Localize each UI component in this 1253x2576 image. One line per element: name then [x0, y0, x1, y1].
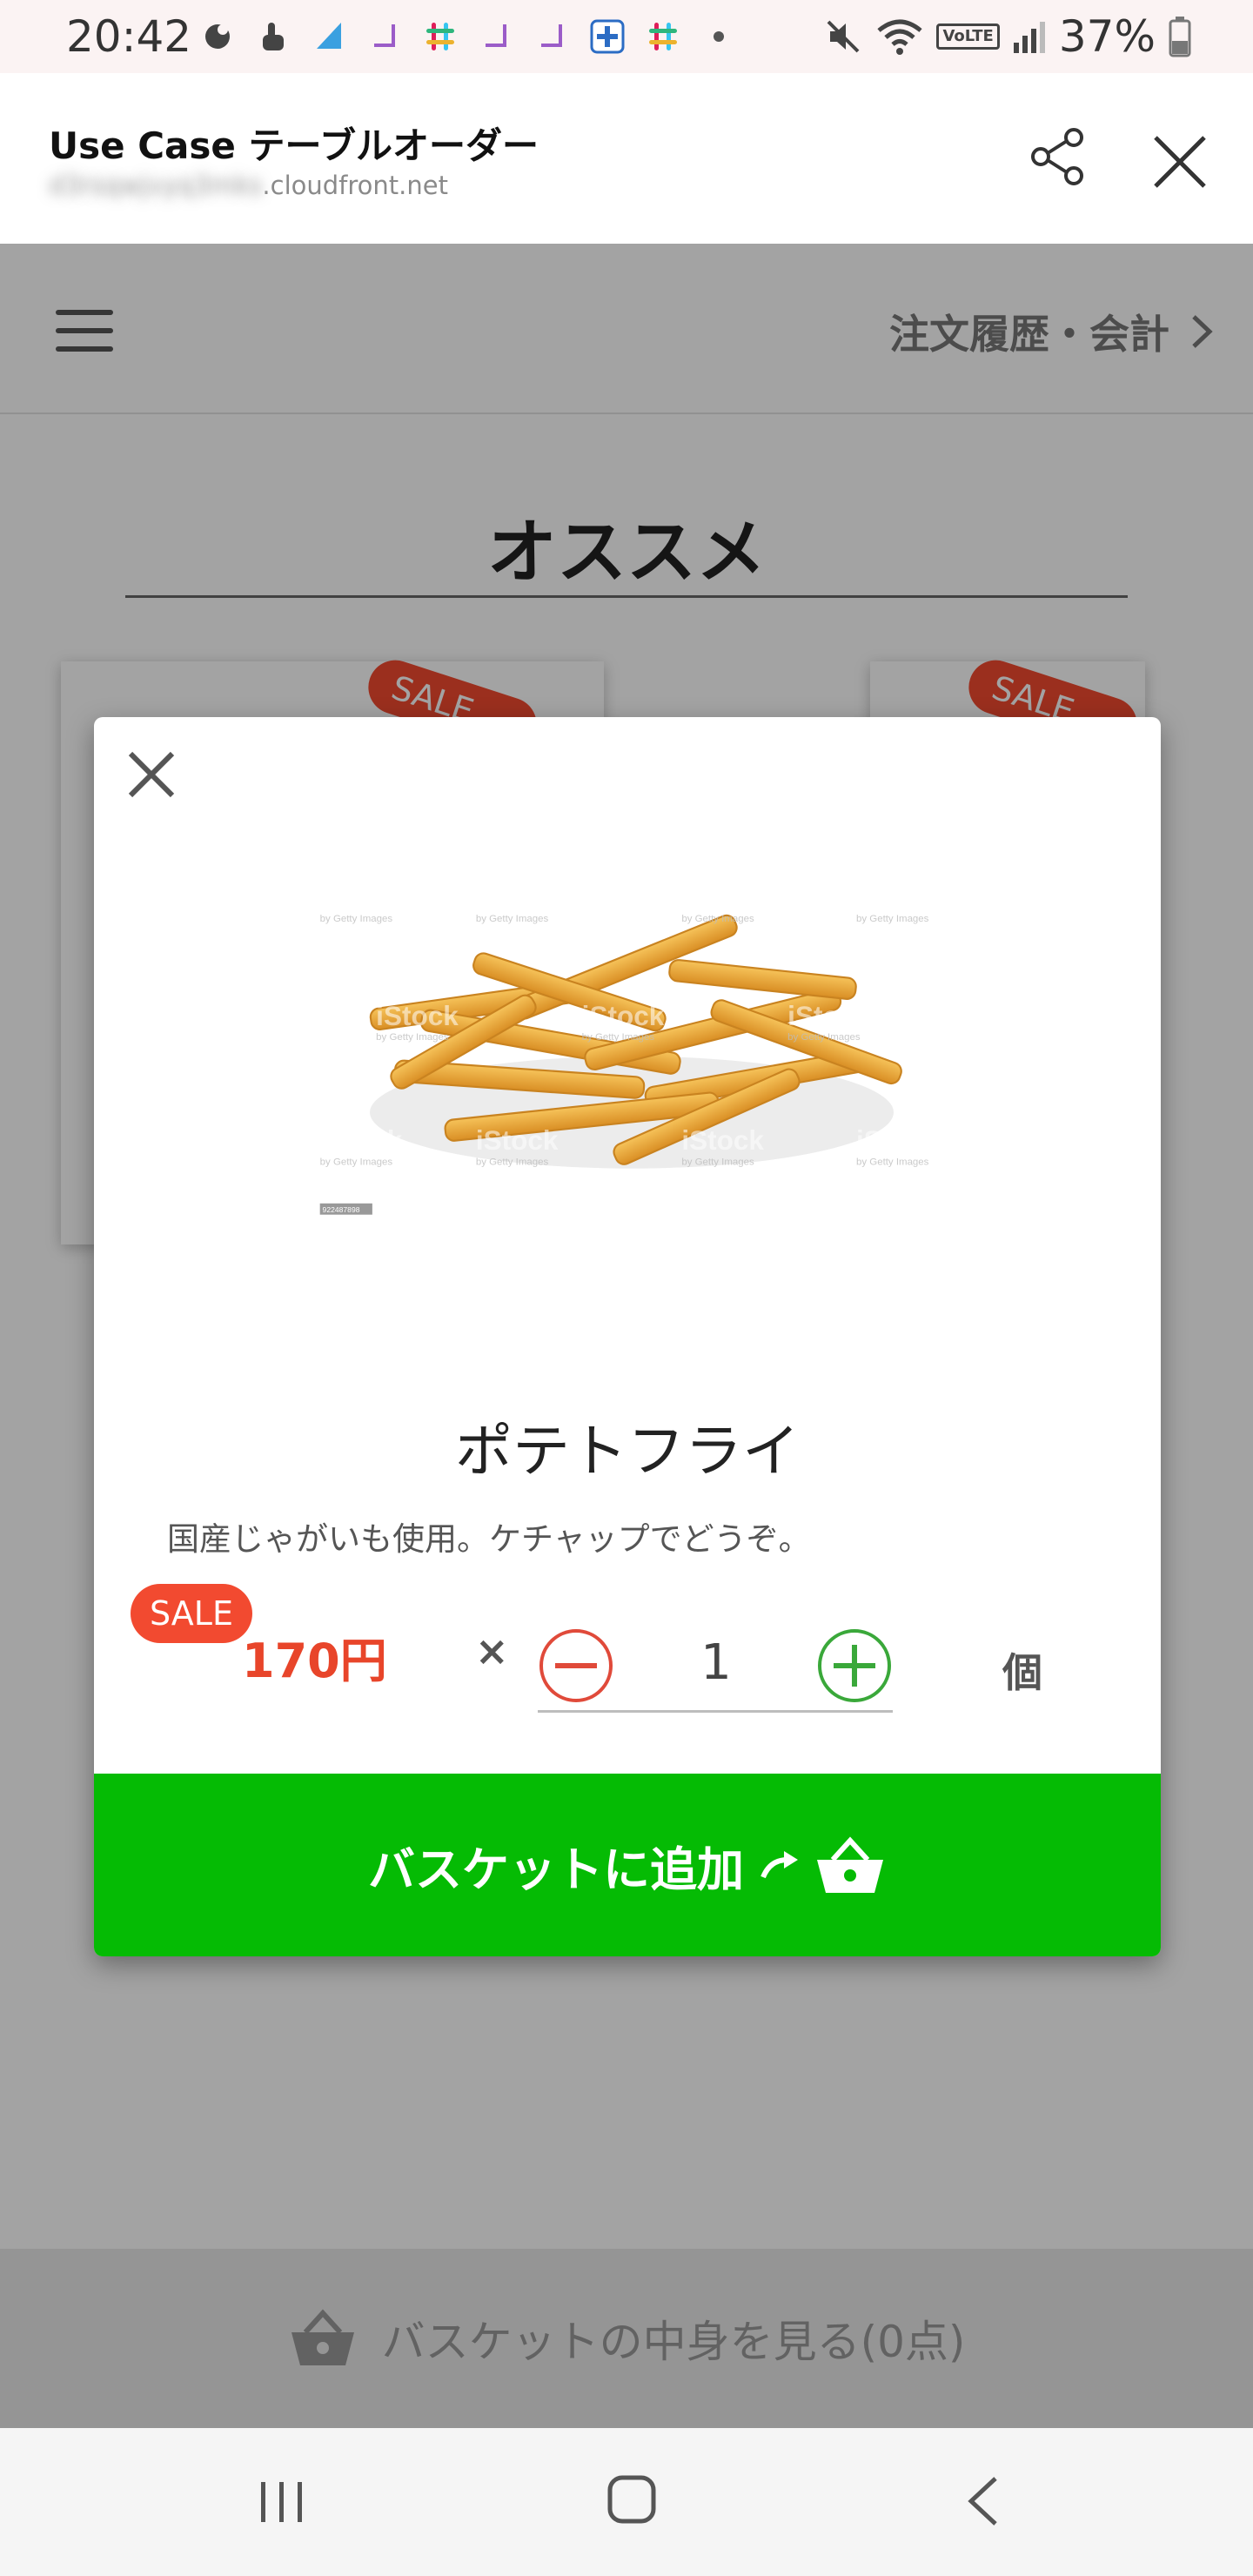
plus-app-icon: [590, 19, 625, 54]
system-nav-bar: [0, 2428, 1253, 2576]
add-to-basket-label: バスケットに追加: [368, 1841, 744, 1897]
watermark: iStock: [320, 882, 403, 913]
decrement-button[interactable]: [538, 1627, 614, 1704]
close-browser-icon[interactable]: [1149, 131, 1211, 193]
product-name: ポテトフライ: [455, 1418, 800, 1485]
watermark-sub: by Getty Images: [476, 1157, 549, 1167]
watermark-sub: by Getty Images: [582, 1032, 655, 1043]
url-domain: .cloudfront.net: [262, 171, 448, 200]
image-id: 922487898: [323, 1205, 360, 1214]
share-icon[interactable]: [1027, 125, 1089, 188]
watermark-sub: by Getty Images: [787, 1032, 861, 1043]
watermark: iStock: [476, 1124, 559, 1156]
status-bar: 20:42 VoLTE 37%: [0, 0, 1253, 73]
battery-percent: 37%: [1058, 11, 1156, 62]
corner-app-icon: [374, 24, 395, 47]
back-icon[interactable]: [962, 2473, 1002, 2529]
add-to-basket-button[interactable]: バスケットに追加: [94, 1774, 1161, 1956]
basket-icon: [817, 1836, 883, 1893]
arrow-icon: [761, 1851, 798, 1879]
product-description: 国産じゃがいも使用。ケチャップでどうぞ。: [167, 1520, 811, 1558]
wifi-icon: [877, 19, 923, 55]
volte-icon: VoLTE: [936, 23, 1000, 50]
sale-badge: SALE: [131, 1584, 252, 1643]
quantity-value[interactable]: 1: [633, 1634, 799, 1691]
watermark-sub: by Getty Images: [320, 1157, 393, 1167]
battery-icon: [1169, 17, 1191, 57]
watermark-sub: by Getty Images: [681, 914, 754, 924]
recents-icon[interactable]: [258, 2479, 306, 2526]
close-modal-icon[interactable]: [124, 747, 179, 802]
watermark: iStock: [582, 1000, 665, 1031]
watermark: iStock: [320, 1124, 403, 1156]
watermark: iStock: [681, 1124, 764, 1156]
mute-icon: [828, 20, 860, 53]
watermark: iStock: [476, 882, 559, 913]
times-sign: ×: [475, 1627, 509, 1674]
watermark-sub: by Getty Images: [856, 914, 929, 924]
touch-icon: [263, 23, 284, 50]
increment-button[interactable]: [816, 1627, 893, 1704]
corner-app-icon: [541, 24, 562, 47]
unit-label: 個: [1002, 1649, 1042, 1696]
watermark: iStock: [856, 1124, 939, 1156]
status-time: 20:42: [66, 11, 192, 62]
url-hidden: d3rsqwjvyq3mks: [49, 171, 263, 200]
quantity-stepper: 1: [538, 1626, 893, 1713]
signal-icon: [1013, 22, 1045, 53]
watermark-sub: by Getty Images: [376, 1032, 449, 1043]
system-icons: VoLTE 37%: [823, 10, 1192, 63]
triangle-app-icon: [317, 23, 341, 49]
product-image: iStock iStock iStock iStock iStock iStoc…: [319, 844, 939, 1218]
product-modal: iStock iStock iStock iStock iStock iStoc…: [94, 717, 1161, 1956]
watermark-sub: by Getty Images: [856, 1157, 929, 1167]
watermark: iStock: [856, 882, 939, 913]
watermark-sub: by Getty Images: [320, 914, 393, 924]
watermark-sub: by Getty Images: [681, 1157, 754, 1167]
watermark: iStock: [787, 1000, 870, 1031]
watermark: iStock: [681, 882, 764, 913]
home-icon[interactable]: [606, 2473, 658, 2526]
browser-title: Use Case テーブルオーダー: [49, 124, 539, 167]
watermark: iStock: [376, 1000, 459, 1031]
dot-icon: [714, 31, 724, 42]
corner-app-icon: [486, 24, 506, 47]
notification-icons: [198, 16, 738, 57]
browser-header: Use Case テーブルオーダー d3rsqwjvyq3mks.cloudfr…: [0, 73, 1253, 244]
slack-icon: [426, 23, 454, 50]
slack-icon: [649, 23, 677, 50]
app-icon: [205, 24, 230, 49]
browser-url: d3rsqwjvyq3mks.cloudfront.net: [49, 171, 448, 200]
product-price: 170円: [242, 1633, 387, 1688]
watermark-sub: by Getty Images: [476, 914, 549, 924]
